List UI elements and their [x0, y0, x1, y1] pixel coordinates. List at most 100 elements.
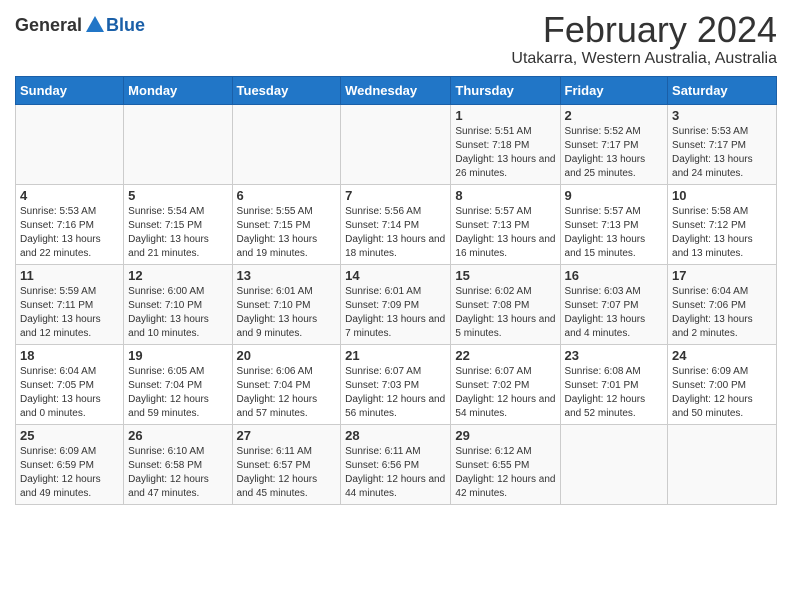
calendar-cell: [232, 104, 341, 184]
calendar-cell: 11 Sunrise: 5:59 AM Sunset: 7:11 PM Dayli…: [16, 264, 124, 344]
day-info: Sunrise: 5:59 AM Sunset: 7:11 PM Dayligh…: [20, 285, 119, 341]
title-section: February 2024 Utakarra, Western Australi…: [511, 10, 777, 72]
day-info: Sunrise: 5:57 AM Sunset: 7:13 PM Dayligh…: [565, 205, 664, 261]
day-number: 18: [20, 348, 119, 363]
day-info: Sunrise: 5:54 AM Sunset: 7:15 PM Dayligh…: [128, 205, 227, 261]
day-number: 4: [20, 188, 119, 203]
day-number: 19: [128, 348, 227, 363]
calendar-cell: 19Sunrise: 6:05 AM Sunset: 7:04 PM Dayli…: [124, 344, 232, 424]
day-info: Sunrise: 6:07 AM Sunset: 7:03 PM Dayligh…: [345, 365, 446, 421]
calendar-week-row: 18 Sunrise: 6:04 AM Sunset: 7:05 PM Dayli…: [16, 344, 777, 424]
calendar-cell: 4 Sunrise: 5:53 AM Sunset: 7:16 PM Daylig…: [16, 184, 124, 264]
weekday-header: Thursday: [451, 76, 560, 104]
calendar-cell: [341, 104, 451, 184]
calendar-week-row: 11 Sunrise: 5:59 AM Sunset: 7:11 PM Dayli…: [16, 264, 777, 344]
calendar-cell: 23 Sunrise: 6:08 AM Sunset: 7:01 PM Dayli…: [560, 344, 668, 424]
calendar-cell: 26 Sunrise: 6:10 AM Sunset: 6:58 PM Dayli…: [124, 424, 232, 504]
day-info: Sunrise: 6:04 AM Sunset: 7:06 PM Dayligh…: [672, 285, 772, 341]
day-info: Sunrise: 5:53 AM Sunset: 7:17 PM Dayligh…: [672, 125, 772, 181]
calendar-cell: 12 Sunrise: 6:00 AM Sunset: 7:10 PM Dayli…: [124, 264, 232, 344]
calendar-cell: 1Sunrise: 5:51 AM Sunset: 7:18 PM Daylig…: [451, 104, 560, 184]
day-info: Sunrise: 5:52 AM Sunset: 7:17 PM Dayligh…: [565, 125, 664, 181]
day-number: 5: [128, 188, 227, 203]
day-info: Sunrise: 6:11 AM Sunset: 6:57 PM Dayligh…: [237, 445, 337, 501]
calendar-table: SundayMondayTuesdayWednesdayThursdayFrid…: [15, 76, 777, 505]
day-info: Sunrise: 6:01 AM Sunset: 7:09 PM Dayligh…: [345, 285, 446, 341]
day-number: 23: [565, 348, 664, 363]
weekday-header: Friday: [560, 76, 668, 104]
day-number: 8: [455, 188, 555, 203]
calendar-cell: 25 Sunrise: 6:09 AM Sunset: 6:59 PM Dayli…: [16, 424, 124, 504]
day-number: 12: [128, 268, 227, 283]
day-info: Sunrise: 6:03 AM Sunset: 7:07 PM Dayligh…: [565, 285, 664, 341]
day-number: 24: [672, 348, 772, 363]
calendar-cell: 10 Sunrise: 5:58 AM Sunset: 7:12 PM Dayli…: [668, 184, 777, 264]
calendar-cell: 27Sunrise: 6:11 AM Sunset: 6:57 PM Dayli…: [232, 424, 341, 504]
day-number: 11: [20, 268, 119, 283]
day-info: Sunrise: 6:00 AM Sunset: 7:10 PM Dayligh…: [128, 285, 227, 341]
calendar-cell: 24 Sunrise: 6:09 AM Sunset: 7:00 PM Dayli…: [668, 344, 777, 424]
calendar-cell: 2 Sunrise: 5:52 AM Sunset: 7:17 PM Daylig…: [560, 104, 668, 184]
day-info: Sunrise: 5:56 AM Sunset: 7:14 PM Dayligh…: [345, 205, 446, 261]
calendar-cell: 29 Sunrise: 6:12 AM Sunset: 6:55 PM Dayli…: [451, 424, 560, 504]
day-number: 13: [237, 268, 337, 283]
day-number: 2: [565, 108, 664, 123]
day-number: 3: [672, 108, 772, 123]
calendar-cell: 5 Sunrise: 5:54 AM Sunset: 7:15 PM Daylig…: [124, 184, 232, 264]
calendar-cell: 7 Sunrise: 5:56 AM Sunset: 7:14 PM Daylig…: [341, 184, 451, 264]
calendar-cell: 8 Sunrise: 5:57 AM Sunset: 7:13 PM Daylig…: [451, 184, 560, 264]
day-info: Sunrise: 6:10 AM Sunset: 6:58 PM Dayligh…: [128, 445, 227, 501]
day-number: 26: [128, 428, 227, 443]
weekday-header: Tuesday: [232, 76, 341, 104]
day-info: Sunrise: 6:06 AM Sunset: 7:04 PM Dayligh…: [237, 365, 337, 421]
day-number: 10: [672, 188, 772, 203]
calendar-cell: 13 Sunrise: 6:01 AM Sunset: 7:10 PM Dayli…: [232, 264, 341, 344]
day-info: Sunrise: 6:11 AM Sunset: 6:56 PM Dayligh…: [345, 445, 446, 501]
weekday-header: Sunday: [16, 76, 124, 104]
day-info: Sunrise: 6:12 AM Sunset: 6:55 PM Dayligh…: [455, 445, 555, 501]
day-info: Sunrise: 5:57 AM Sunset: 7:13 PM Dayligh…: [455, 205, 555, 261]
calendar-cell: [124, 104, 232, 184]
day-number: 29: [455, 428, 555, 443]
day-info: Sunrise: 5:58 AM Sunset: 7:12 PM Dayligh…: [672, 205, 772, 261]
calendar-cell: 3 Sunrise: 5:53 AM Sunset: 7:17 PM Daylig…: [668, 104, 777, 184]
day-info: Sunrise: 5:55 AM Sunset: 7:15 PM Dayligh…: [237, 205, 337, 261]
calendar-week-row: 4 Sunrise: 5:53 AM Sunset: 7:16 PM Daylig…: [16, 184, 777, 264]
page-header: General Blue February 2024 Utakarra, Wes…: [15, 10, 777, 72]
weekday-header: Monday: [124, 76, 232, 104]
day-number: 9: [565, 188, 664, 203]
day-info: Sunrise: 6:02 AM Sunset: 7:08 PM Dayligh…: [455, 285, 555, 341]
month-title: February 2024: [511, 10, 777, 50]
day-info: Sunrise: 6:09 AM Sunset: 7:00 PM Dayligh…: [672, 365, 772, 421]
day-number: 6: [237, 188, 337, 203]
calendar-week-row: 1Sunrise: 5:51 AM Sunset: 7:18 PM Daylig…: [16, 104, 777, 184]
day-info: Sunrise: 5:53 AM Sunset: 7:16 PM Dayligh…: [20, 205, 119, 261]
calendar-cell: [16, 104, 124, 184]
day-number: 16: [565, 268, 664, 283]
day-number: 7: [345, 188, 446, 203]
weekday-header: Wednesday: [341, 76, 451, 104]
day-info: Sunrise: 6:09 AM Sunset: 6:59 PM Dayligh…: [20, 445, 119, 501]
location-title: Utakarra, Western Australia, Australia: [511, 50, 777, 68]
logo-blue: Blue: [106, 15, 145, 36]
day-number: 28: [345, 428, 446, 443]
day-number: 17: [672, 268, 772, 283]
day-number: 20: [237, 348, 337, 363]
day-info: Sunrise: 6:01 AM Sunset: 7:10 PM Dayligh…: [237, 285, 337, 341]
day-info: Sunrise: 5:51 AM Sunset: 7:18 PM Dayligh…: [455, 125, 555, 181]
calendar-week-row: 25 Sunrise: 6:09 AM Sunset: 6:59 PM Dayli…: [16, 424, 777, 504]
calendar-cell: 20 Sunrise: 6:06 AM Sunset: 7:04 PM Dayli…: [232, 344, 341, 424]
calendar-cell: 18 Sunrise: 6:04 AM Sunset: 7:05 PM Dayli…: [16, 344, 124, 424]
day-number: 14: [345, 268, 446, 283]
day-number: 25: [20, 428, 119, 443]
day-info: Sunrise: 6:04 AM Sunset: 7:05 PM Dayligh…: [20, 365, 119, 421]
calendar-cell: 16 Sunrise: 6:03 AM Sunset: 7:07 PM Dayli…: [560, 264, 668, 344]
calendar-cell: 6 Sunrise: 5:55 AM Sunset: 7:15 PM Daylig…: [232, 184, 341, 264]
calendar-cell: 9 Sunrise: 5:57 AM Sunset: 7:13 PM Daylig…: [560, 184, 668, 264]
logo-icon: [84, 14, 106, 36]
day-number: 22: [455, 348, 555, 363]
calendar-cell: [668, 424, 777, 504]
day-info: Sunrise: 6:08 AM Sunset: 7:01 PM Dayligh…: [565, 365, 664, 421]
day-info: Sunrise: 6:07 AM Sunset: 7:02 PM Dayligh…: [455, 365, 555, 421]
calendar-cell: 15Sunrise: 6:02 AM Sunset: 7:08 PM Dayli…: [451, 264, 560, 344]
